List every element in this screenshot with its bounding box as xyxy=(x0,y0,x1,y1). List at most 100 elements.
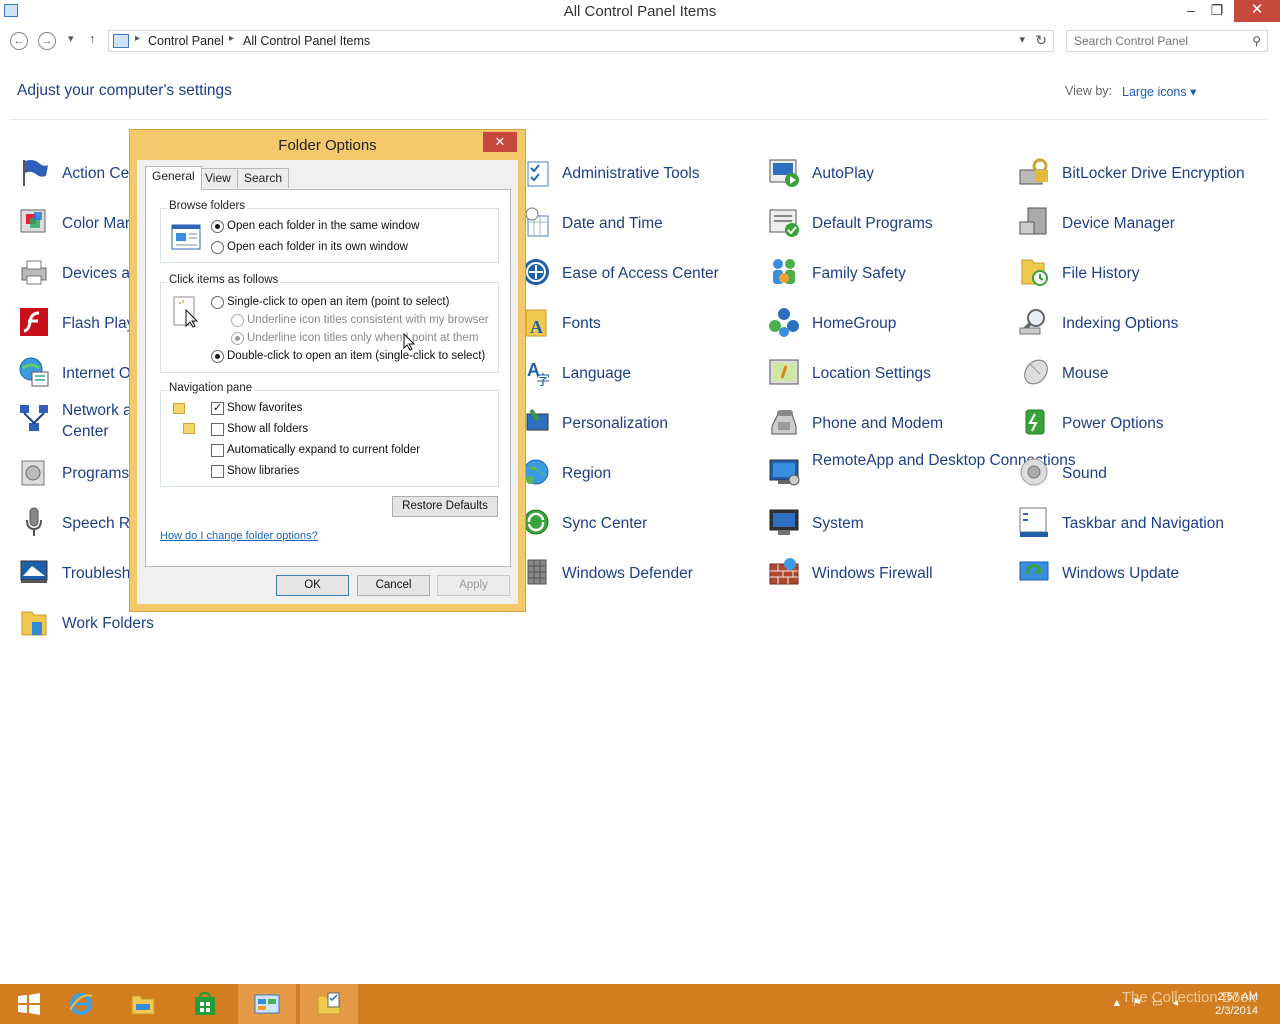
item-administrative-tools[interactable]: Administrative Tools xyxy=(518,154,758,198)
item-mouse[interactable]: Mouse xyxy=(1018,354,1258,398)
item-label: Indexing Options xyxy=(1062,315,1179,332)
breadcrumb-separator[interactable]: ▸ xyxy=(229,33,234,44)
control-panel-icon xyxy=(113,34,129,48)
checkbox-show-all-folders[interactable] xyxy=(211,423,224,436)
checkbox-show-libraries[interactable] xyxy=(211,465,224,478)
item-label: Personalization xyxy=(562,415,668,432)
start-button[interactable] xyxy=(0,984,58,1024)
item-location-settings[interactable]: Location Settings xyxy=(768,354,1008,398)
item-label: Phone and Modem xyxy=(812,415,943,432)
item-fonts[interactable]: A Fonts xyxy=(518,304,758,348)
radio-underline-browser[interactable] xyxy=(231,314,244,327)
control-panel-icon xyxy=(254,994,280,1014)
item-date-and-time[interactable]: Date and Time xyxy=(518,204,758,248)
item-system[interactable]: System xyxy=(768,504,1008,548)
item-region[interactable]: Region xyxy=(518,454,758,498)
item-label: Internet O xyxy=(62,365,131,382)
checkbox-show-favorites[interactable]: ✓ xyxy=(211,402,224,415)
radio-double-click[interactable] xyxy=(211,350,224,363)
ok-button[interactable]: OK xyxy=(276,575,349,596)
option-label: Single-click to open an item (point to s… xyxy=(227,296,450,308)
up-button[interactable]: ↑ xyxy=(89,31,96,46)
folder-options-dialog: Folder Options ✕ General View Search Bro… xyxy=(129,129,526,612)
item-label: Device Manager xyxy=(1062,215,1175,232)
file-explorer-icon xyxy=(131,995,155,1015)
search-icon[interactable]: ⚲ xyxy=(1252,34,1261,48)
view-by-dropdown[interactable]: Large icons ▾ xyxy=(1122,84,1196,99)
item-taskbar-and-navigation[interactable]: Taskbar and Navigation xyxy=(1018,504,1258,548)
clock[interactable]: 2:57 AM 2/3/2014 xyxy=(1215,990,1258,1018)
power-options-icon xyxy=(1025,409,1045,435)
dialog-client-area: General View Search Browse folders Open … xyxy=(137,160,518,604)
item-power-options[interactable]: Power Options xyxy=(1018,404,1258,448)
item-indexing-options[interactable]: Indexing Options xyxy=(1018,304,1258,348)
tab-general[interactable]: General xyxy=(145,166,202,190)
forward-button[interactable]: → xyxy=(38,32,56,50)
item-label: System xyxy=(812,515,864,532)
taskbar-control-panel[interactable] xyxy=(238,984,296,1024)
item-family-safety[interactable]: Family Safety xyxy=(768,254,1008,298)
family-safety-icon xyxy=(773,259,795,284)
item-sync-center[interactable]: Sync Center xyxy=(518,504,758,548)
restore-defaults-button[interactable]: Restore Defaults xyxy=(392,496,498,517)
maximize-button[interactable]: ❐ xyxy=(1204,0,1230,22)
tab-view[interactable]: View xyxy=(198,168,238,188)
general-tab-panel: Browse folders Open each folder in the s… xyxy=(145,189,511,567)
back-button[interactable]: ← xyxy=(10,32,28,50)
item-windows-defender[interactable]: Windows Defender xyxy=(518,554,758,598)
clock-date: 2/3/2014 xyxy=(1215,1005,1258,1017)
speaker-icon xyxy=(1020,458,1048,486)
item-personalization[interactable]: Personalization xyxy=(518,404,758,448)
search-box[interactable]: ⚲ xyxy=(1066,30,1268,52)
minimize-button[interactable]: – xyxy=(1178,0,1204,22)
radio-single-click[interactable] xyxy=(211,296,224,309)
option-label: Show all folders xyxy=(227,423,309,435)
refresh-icon[interactable]: ↻ xyxy=(1035,32,1047,49)
option-label: Automatically expand to current folder xyxy=(227,444,421,456)
taskbar-store[interactable] xyxy=(176,984,234,1024)
tab-search[interactable]: Search xyxy=(237,168,290,188)
help-link[interactable]: How do I change folder options? xyxy=(160,530,318,542)
item-default-programs[interactable]: Default Programs xyxy=(768,204,1008,248)
apply-button[interactable]: Apply xyxy=(437,575,510,596)
item-file-history[interactable]: File History xyxy=(1018,254,1258,298)
search-input[interactable] xyxy=(1074,34,1244,48)
cancel-button[interactable]: Cancel xyxy=(357,575,430,596)
close-button[interactable]: ✕ xyxy=(1234,0,1280,22)
item-autoplay[interactable]: AutoPlay xyxy=(768,154,1008,198)
item-ease-of-access-center[interactable]: Ease of Access Center xyxy=(518,254,758,298)
item-windows-firewall[interactable]: Windows Firewall xyxy=(768,554,1008,598)
radio-same-window[interactable] xyxy=(211,220,224,233)
item-sound[interactable]: Sound xyxy=(1018,454,1258,498)
breadcrumb-all-items[interactable]: All Control Panel Items xyxy=(243,34,370,48)
item-language[interactable]: A字 Language xyxy=(518,354,758,398)
folder-icon xyxy=(21,611,47,636)
item-device-manager[interactable]: Device Manager xyxy=(1018,204,1258,248)
store-icon xyxy=(195,992,215,1015)
recent-pages-dropdown[interactable]: ▾ xyxy=(68,32,74,45)
breadcrumb-separator[interactable]: ▸ xyxy=(135,33,140,44)
item-label: Default Programs xyxy=(812,215,933,232)
internet-explorer-icon xyxy=(69,993,93,1015)
dialog-close-button[interactable]: ✕ xyxy=(483,132,517,152)
taskbar-file-explorer[interactable] xyxy=(114,984,172,1024)
item-bitlocker[interactable]: BitLocker Drive Encryption xyxy=(1018,154,1258,198)
option-label: Open each folder in the same window xyxy=(227,220,420,232)
checkbox-auto-expand[interactable] xyxy=(211,444,224,457)
radio-underline-point[interactable] xyxy=(231,332,244,345)
svg-text:字: 字 xyxy=(536,372,550,388)
address-dropdown[interactable]: ▾ xyxy=(1019,33,1025,46)
option-label: Show favorites xyxy=(227,402,303,414)
item-label: Region xyxy=(562,465,612,482)
taskbar-internet-explorer[interactable] xyxy=(52,984,110,1024)
radio-own-window[interactable] xyxy=(211,241,224,254)
item-label: Mouse xyxy=(1062,365,1109,382)
breadcrumb-control-panel[interactable]: Control Panel xyxy=(148,34,224,48)
address-bar[interactable]: ▸ Control Panel ▸ All Control Panel Item… xyxy=(108,30,1054,52)
item-remoteapp[interactable]: RemoteApp and Desktop Connections xyxy=(768,444,1076,494)
item-phone-and-modem[interactable]: Phone and Modem xyxy=(768,404,1008,448)
item-label: Network a xyxy=(62,402,132,419)
item-homegroup[interactable]: HomeGroup xyxy=(768,304,1008,348)
item-windows-update[interactable]: Windows Update xyxy=(1018,554,1258,598)
taskbar-folder-options[interactable] xyxy=(300,984,358,1024)
